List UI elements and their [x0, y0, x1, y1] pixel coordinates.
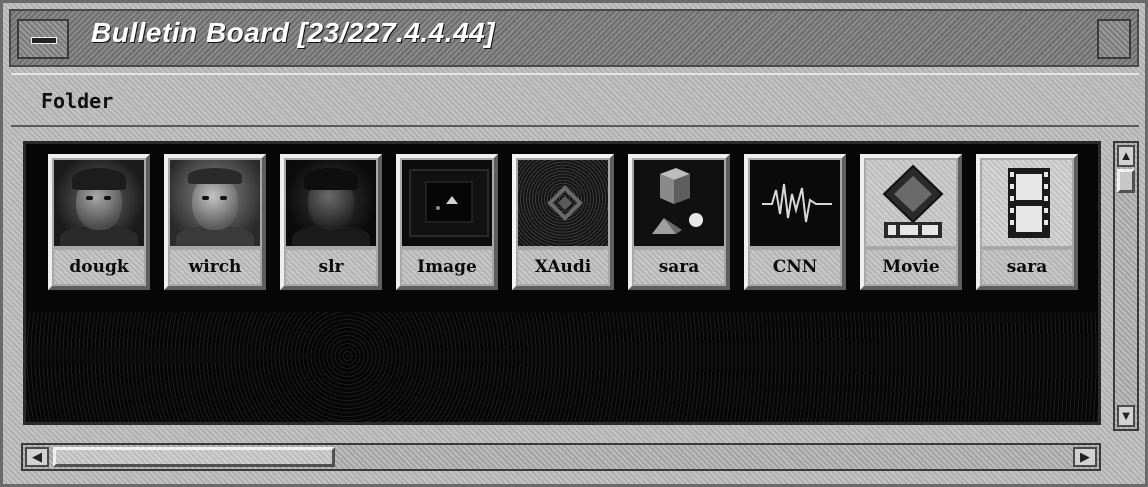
icon-area[interactable]: dougk wirch slr Image XAudi sara CNN Mov…	[23, 141, 1101, 425]
audio-icon	[518, 160, 608, 246]
icon-tile-sara-shapes[interactable]: sara	[628, 154, 730, 290]
person-photo-icon	[170, 160, 260, 246]
horizontal-scroll-thumb[interactable]	[53, 447, 335, 467]
person-photo-icon	[286, 160, 376, 246]
waveform-icon	[750, 160, 840, 246]
scroll-left-arrow-icon[interactable]: ◀	[25, 447, 49, 467]
film-strip-icon	[982, 160, 1072, 246]
window-menu-button[interactable]	[17, 19, 69, 59]
scroll-down-arrow-icon[interactable]: ▼	[1117, 405, 1135, 427]
horizontal-scrollbar[interactable]: ◀ ▶	[21, 443, 1101, 471]
icon-label: CNN	[750, 250, 840, 284]
menu-bar: Folder	[11, 73, 1139, 127]
menu-item-folder[interactable]: Folder	[41, 89, 113, 113]
icon-label: sara	[982, 250, 1072, 284]
film-reel-icon	[866, 160, 956, 246]
icon-tile-cnn[interactable]: CNN	[744, 154, 846, 290]
window-title: Bulletin Board [23/227.4.4.44]	[91, 17, 496, 48]
icon-label: sara	[634, 250, 724, 284]
bulletin-board-window: Bulletin Board [23/227.4.4.44] Folder do…	[0, 0, 1148, 487]
geometric-shapes-icon	[634, 160, 724, 246]
window-menu-icon	[31, 37, 57, 44]
person-photo-icon	[54, 160, 144, 246]
icon-label: wirch	[170, 250, 260, 284]
vertical-scrollbar[interactable]: ▲ ▼	[1113, 141, 1139, 431]
scroll-up-arrow-icon[interactable]: ▲	[1117, 145, 1135, 167]
maximize-button[interactable]	[1097, 19, 1131, 59]
icon-tile-wirch[interactable]: wirch	[164, 154, 266, 290]
icon-tile-xaudi[interactable]: XAudi	[512, 154, 614, 290]
icon-label: Image	[402, 250, 492, 284]
icon-tile-movie[interactable]: Movie	[860, 154, 962, 290]
image-viewer-icon	[402, 160, 492, 246]
scroll-right-arrow-icon[interactable]: ▶	[1073, 447, 1097, 467]
icon-tile-dougk[interactable]: dougk	[48, 154, 150, 290]
icon-label: slr	[286, 250, 376, 284]
vertical-scroll-thumb[interactable]	[1117, 169, 1135, 193]
icon-tile-slr[interactable]: slr	[280, 154, 382, 290]
icon-label: XAudi	[518, 250, 608, 284]
icon-tile-image[interactable]: Image	[396, 154, 498, 290]
icon-tile-sara-film[interactable]: sara	[976, 154, 1078, 290]
title-bar[interactable]: Bulletin Board [23/227.4.4.44]	[9, 9, 1139, 67]
icon-label: dougk	[54, 250, 144, 284]
icon-label: Movie	[866, 250, 956, 284]
